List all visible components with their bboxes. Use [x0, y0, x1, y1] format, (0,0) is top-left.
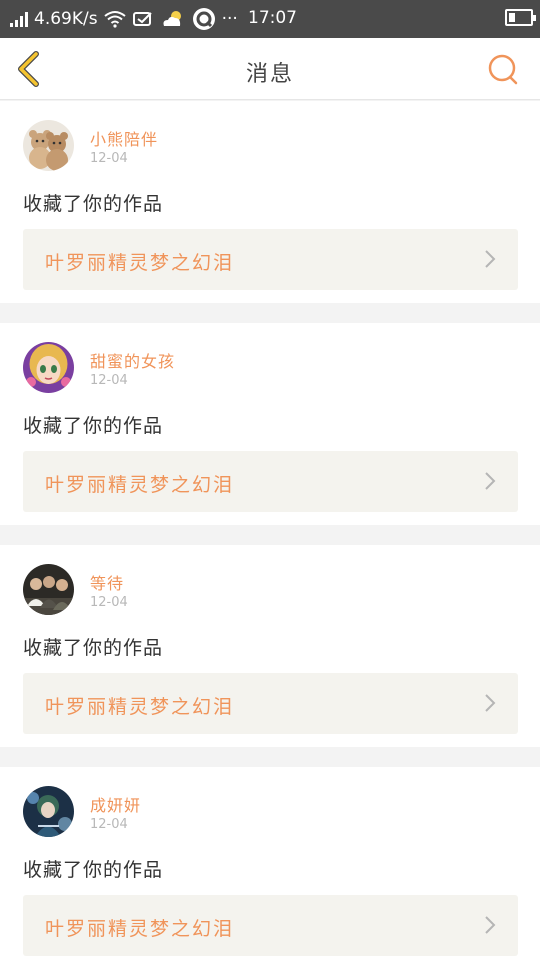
username[interactable]: 小熊陪伴 [90, 126, 158, 150]
work-title: 叶罗丽精灵梦之幻泪 [45, 918, 235, 940]
work-title: 叶罗丽精灵梦之幻泪 [45, 474, 235, 496]
work-link[interactable]: 叶罗丽精灵梦之幻泪 [23, 895, 518, 956]
avatar[interactable] [23, 564, 74, 615]
avatar[interactable] [23, 120, 74, 171]
notification-card: 等待 12-04 收藏了你的作品 叶罗丽精灵梦之幻泪 [0, 545, 540, 747]
message-status-icon [132, 12, 152, 26]
notification-card: 成妍妍 12-04 收藏了你的作品 叶罗丽精灵梦之幻泪 [0, 767, 540, 969]
notification-date: 12-04 [90, 595, 128, 610]
more-status-indicator: ··· [221, 9, 238, 29]
work-link[interactable]: 叶罗丽精灵梦之幻泪 [23, 673, 518, 734]
page-title: 消息 [245, 62, 294, 87]
status-bar: 4.69K/s ··· 17:07 [0, 0, 540, 38]
avatar[interactable] [23, 786, 74, 837]
weather-icon [163, 11, 181, 26]
search-button[interactable] [486, 52, 520, 86]
notification-action: 收藏了你的作品 [23, 193, 164, 215]
work-link[interactable]: 叶罗丽精灵梦之幻泪 [23, 229, 518, 290]
notification-card: 甜蜜的女孩 12-04 收藏了你的作品 叶罗丽精灵梦之幻泪 [0, 323, 540, 525]
username[interactable]: 甜蜜的女孩 [90, 348, 175, 372]
doll-girl-avatar-icon [23, 342, 74, 393]
username[interactable]: 成妍妍 [90, 792, 141, 816]
notification-date: 12-04 [90, 151, 128, 166]
work-title: 叶罗丽精灵梦之幻泪 [45, 696, 235, 718]
username[interactable]: 等待 [90, 570, 124, 594]
work-link[interactable]: 叶罗丽精灵梦之幻泪 [23, 451, 518, 512]
notification-action: 收藏了你的作品 [23, 415, 164, 437]
app-notification-icon [192, 8, 215, 30]
notification-card: 小熊陪伴 12-04 收藏了你的作品 叶罗丽精灵梦之幻泪 [0, 101, 540, 303]
notification-action: 收藏了你的作品 [23, 637, 164, 659]
clock: 17:07 [248, 8, 297, 28]
network-speed: 4.69K/s [34, 9, 98, 29]
search-icon [488, 54, 518, 85]
status-left: 4.69K/s ··· [10, 7, 238, 31]
teddy-bears-avatar-icon [23, 120, 74, 171]
signal-icon [10, 11, 28, 27]
chevron-right-icon [485, 916, 496, 934]
top-nav-bar: 消息 [0, 38, 540, 100]
notification-date: 12-04 [90, 817, 128, 832]
chevron-right-icon [485, 250, 496, 268]
battery-icon [505, 9, 536, 26]
anime-character-avatar-icon [23, 786, 74, 837]
chevron-right-icon [485, 472, 496, 490]
group-photo-avatar-icon [23, 564, 74, 615]
notification-action: 收藏了你的作品 [23, 859, 164, 881]
wifi-icon [103, 11, 126, 28]
work-title: 叶罗丽精灵梦之幻泪 [45, 252, 235, 274]
notification-list: 小熊陪伴 12-04 收藏了你的作品 叶罗丽精灵梦之幻泪 甜蜜的女孩 12-04 [0, 101, 540, 969]
notification-date: 12-04 [90, 373, 128, 388]
chevron-right-icon [485, 694, 496, 712]
avatar[interactable] [23, 342, 74, 393]
